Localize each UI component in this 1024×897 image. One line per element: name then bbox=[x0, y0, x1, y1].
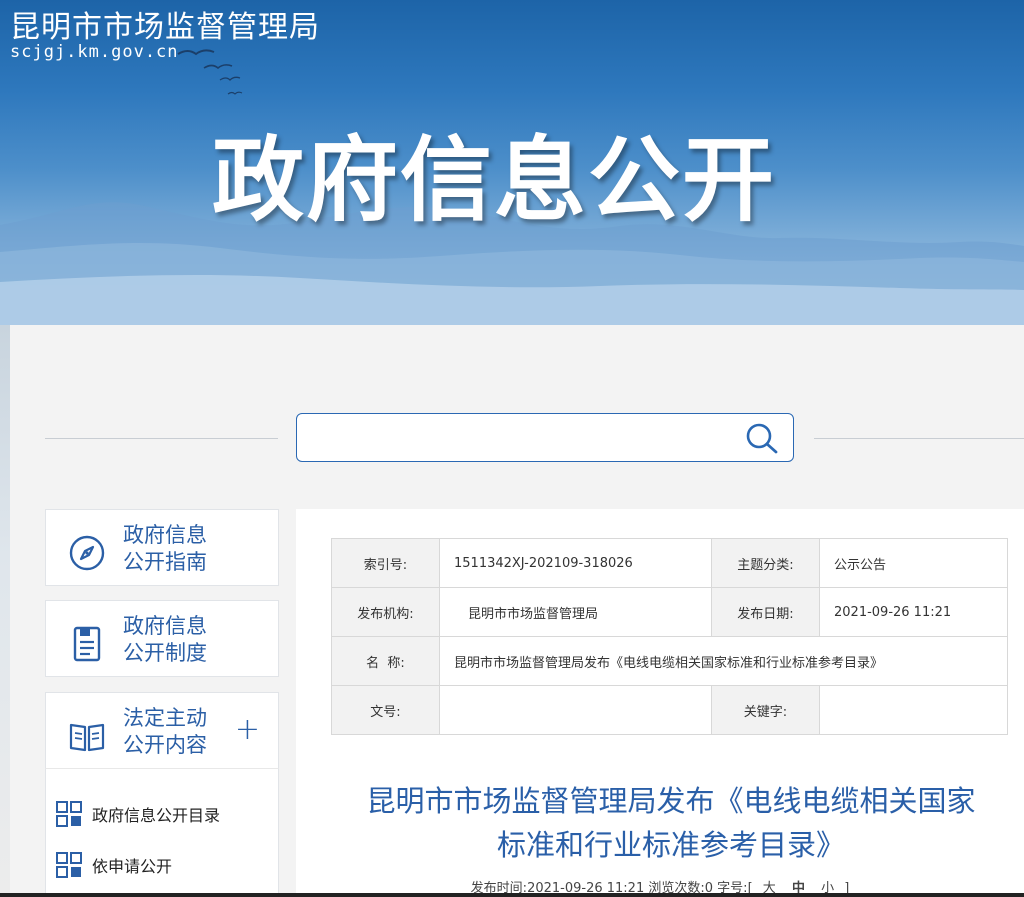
grid-icon bbox=[56, 801, 82, 827]
submenu-item-catalog[interactable]: 政府信息公开目录 bbox=[56, 799, 220, 829]
submenu-item-request[interactable]: 依申请公开 bbox=[56, 850, 172, 880]
index-label: 索引号: bbox=[331, 538, 440, 588]
topic-label: 主题分类: bbox=[711, 538, 820, 588]
search-divider-left bbox=[45, 438, 278, 439]
org-value: 昆明市市场监督管理局 bbox=[439, 587, 712, 637]
keyword-value bbox=[819, 685, 1008, 735]
metadata-table: 索引号: 1511342XJ-202109-318026 主题分类: 公示公告 … bbox=[331, 538, 1008, 735]
sidebar-item-policy[interactable]: 政府信息 公开制度 bbox=[45, 600, 279, 677]
site-name[interactable]: 昆明市市场监督管理局 bbox=[10, 2, 320, 46]
table-row: 名 称: 昆明市市场监督管理局发布《电线电缆相关国家标准和行业标准参考目录》 bbox=[331, 636, 1008, 686]
submenu-item-label: 依申请公开 bbox=[92, 857, 173, 876]
birds-decoration bbox=[177, 49, 243, 95]
search-input[interactable] bbox=[307, 420, 731, 456]
docno-value bbox=[439, 685, 712, 735]
article-title: 昆明市市场监督管理局发布《电线电缆相关国家 标准和行业标准参考目录》 bbox=[366, 784, 976, 862]
site-url[interactable]: scjgj.km.gov.cn bbox=[10, 42, 179, 62]
topic-value: 公示公告 bbox=[819, 538, 1008, 588]
book-icon bbox=[69, 723, 105, 752]
keyword-label: 关键字: bbox=[711, 685, 820, 735]
expand-plus-icon[interactable]: + bbox=[235, 715, 260, 745]
date-label: 发布日期: bbox=[711, 587, 820, 637]
article-content: 索引号: 1511342XJ-202109-318026 主题分类: 公示公告 … bbox=[296, 509, 1024, 897]
name-value: 昆明市市场监督管理局发布《电线电缆相关国家标准和行业标准参考目录》 bbox=[439, 636, 1008, 686]
sidebar-submenu: 政府信息公开目录 依申请公开 bbox=[45, 768, 279, 897]
document-icon bbox=[73, 626, 101, 662]
grid-icon bbox=[56, 852, 82, 878]
table-row: 发布机构: 昆明市市场监督管理局 发布日期: 2021-09-26 11:21 bbox=[331, 587, 1008, 637]
date-value: 2021-09-26 11:21 bbox=[819, 587, 1008, 637]
submenu-item-label: 政府信息公开目录 bbox=[92, 806, 221, 825]
bottom-edge bbox=[0, 893, 1024, 897]
sidebar-item-label: 政府信息 公开制度 bbox=[123, 614, 207, 665]
sidebar-item-label: 政府信息 公开指南 bbox=[123, 523, 207, 574]
sidebar-item-statutory[interactable]: 法定主动 公开内容 + bbox=[45, 692, 279, 769]
search-divider-right bbox=[814, 438, 1024, 439]
header-banner: 昆明市市场监督管理局 scjgj.km.gov.cn 政府信息公开 bbox=[0, 0, 1024, 325]
sidebar-item-guide[interactable]: 政府信息 公开指南 bbox=[45, 509, 279, 586]
sidebar-item-label: 法定主动 公开内容 bbox=[123, 706, 207, 757]
docno-label: 文号: bbox=[331, 685, 440, 735]
org-label: 发布机构: bbox=[331, 587, 440, 637]
search-box[interactable] bbox=[296, 413, 794, 462]
index-value: 1511342XJ-202109-318026 bbox=[439, 538, 712, 588]
compass-icon bbox=[69, 535, 105, 571]
search-icon[interactable] bbox=[745, 422, 779, 454]
table-row: 文号: 关键字: bbox=[331, 685, 1008, 735]
banner-title: 政府信息公开 bbox=[212, 127, 777, 234]
name-label: 名 称: bbox=[331, 636, 440, 686]
table-row: 索引号: 1511342XJ-202109-318026 主题分类: 公示公告 bbox=[331, 538, 1008, 588]
left-stripe bbox=[0, 325, 10, 897]
